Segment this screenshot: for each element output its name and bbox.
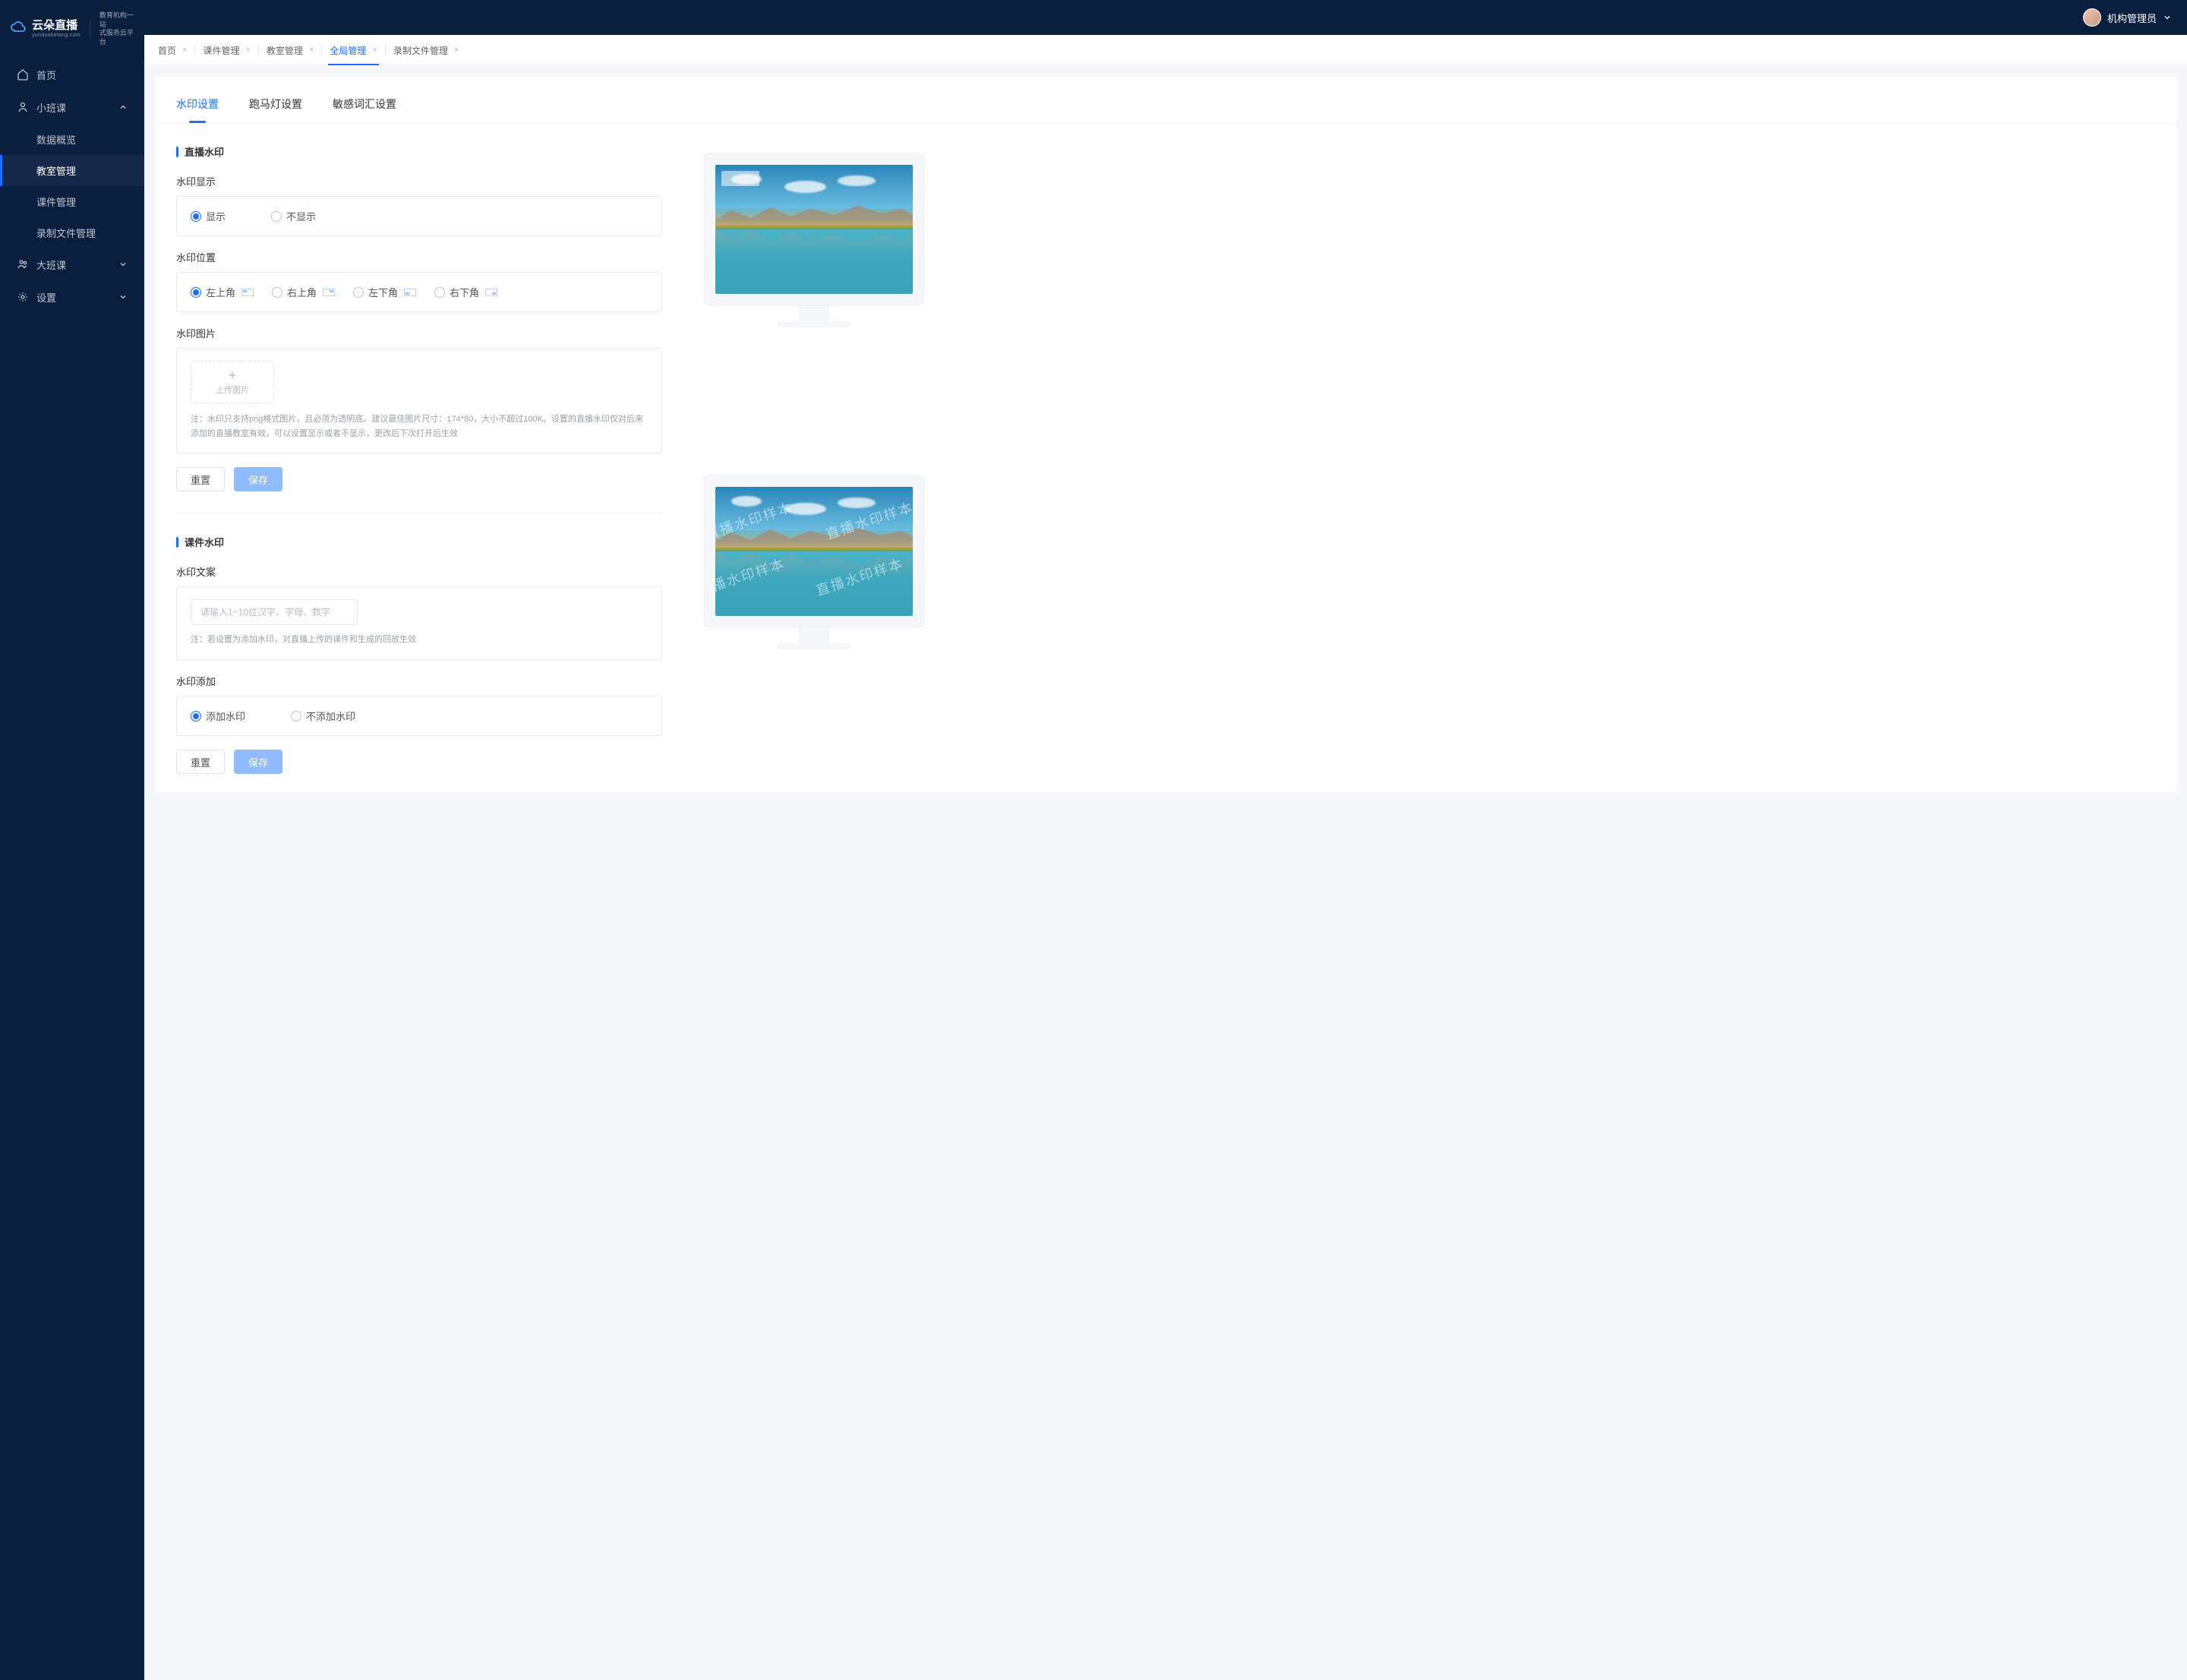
radio-pos-tl[interactable]: 左上角 xyxy=(191,285,254,299)
close-icon[interactable]: × xyxy=(372,46,377,55)
chevron-down-icon xyxy=(118,260,128,269)
section-courseware-watermark: 课件水印 xyxy=(176,535,662,549)
radio-add-yes[interactable]: 添加水印 xyxy=(191,709,245,723)
inner-tab-marquee[interactable]: 跑马灯设置 xyxy=(249,92,302,122)
radio-add-no[interactable]: 不添加水印 xyxy=(291,709,355,723)
brand-logo: 云朵直播 yunduoketang.com 教育机构一站 式服务云平台 xyxy=(0,0,144,58)
save-button-live[interactable]: 保存 xyxy=(234,467,282,491)
user-name[interactable]: 机构管理员 xyxy=(2107,11,2157,25)
watermark-text-input[interactable] xyxy=(191,599,358,625)
label-add: 水印添加 xyxy=(176,674,662,688)
section-live-watermark: 直播水印 xyxy=(176,144,662,159)
chevron-down-icon[interactable] xyxy=(2163,13,2172,22)
tab-classroom[interactable]: 教室管理× xyxy=(259,35,321,65)
label-image: 水印图片 xyxy=(176,326,662,340)
image-hint: 注：水印只支持png格式图片，且必须为透明底。建议最佳图片尺寸：174*80，大… xyxy=(191,412,648,441)
gear-icon xyxy=(17,291,29,303)
preview-monitor-live xyxy=(693,153,936,324)
field-position: 左上角 右上角 左下角 右下角 xyxy=(176,272,662,312)
sidebar-item-largeclass[interactable]: 大班课 xyxy=(0,248,144,281)
preview-monitor-courseware: 直播水印样本 直播水印样本 直播水印样本 直播水印样本 xyxy=(693,475,936,646)
home-icon xyxy=(17,68,29,81)
chevron-down-icon xyxy=(118,292,128,302)
text-hint: 注：若设置为添加水印，对直播上传的课件和生成的回放生效 xyxy=(191,633,648,647)
field-image: + 上传图片 注：水印只支持png格式图片，且必须为透明底。建议最佳图片尺寸：1… xyxy=(176,348,662,453)
upload-button[interactable]: + 上传图片 xyxy=(191,361,274,403)
inner-tabs: 水印设置 跑马灯设置 敏感词汇设置 xyxy=(155,77,2176,123)
brand-name: 云朵直播 xyxy=(32,20,80,33)
topbar: 机构管理员 xyxy=(144,0,2187,35)
field-display: 显示 不显示 xyxy=(176,196,662,236)
user-icon xyxy=(17,101,29,113)
users-icon xyxy=(17,258,29,270)
field-text: 注：若设置为添加水印，对直播上传的课件和生成的回放生效 xyxy=(176,586,662,660)
reset-button-courseware[interactable]: 重置 xyxy=(176,750,225,774)
reset-button-live[interactable]: 重置 xyxy=(176,467,225,491)
avatar[interactable] xyxy=(2083,8,2101,27)
chevron-up-icon xyxy=(118,103,128,112)
tab-global[interactable]: 全局管理× xyxy=(322,35,384,65)
save-button-courseware[interactable]: 保存 xyxy=(234,750,282,774)
close-icon[interactable]: × xyxy=(454,46,459,55)
tab-home[interactable]: 首页× xyxy=(150,35,194,65)
sidebar-item-smallclass[interactable]: 小班课 xyxy=(0,91,144,124)
inner-tab-sensitive[interactable]: 敏感词汇设置 xyxy=(333,92,396,122)
sidebar-item-home[interactable]: 首页 xyxy=(0,58,144,91)
radio-pos-br[interactable]: 右下角 xyxy=(434,285,497,299)
radio-hide[interactable]: 不显示 xyxy=(271,209,316,223)
tab-courseware[interactable]: 课件管理× xyxy=(195,35,257,65)
close-icon[interactable]: × xyxy=(182,46,187,55)
brand-domain: yunduoketang.com xyxy=(32,33,80,39)
sidebar: 云朵直播 yunduoketang.com 教育机构一站 式服务云平台 首页 小… xyxy=(0,0,144,1680)
sidebar-item-settings[interactable]: 设置 xyxy=(0,281,144,314)
sidebar-item-courseware-mgmt[interactable]: 课件管理 xyxy=(0,186,144,217)
radio-pos-tr[interactable]: 右上角 xyxy=(272,285,335,299)
content-card: 水印设置 跑马灯设置 敏感词汇设置 直播水印 水印显示 xyxy=(155,77,2176,792)
close-icon[interactable]: × xyxy=(309,46,314,55)
plus-icon: + xyxy=(229,368,237,382)
tab-recording[interactable]: 录制文件管理× xyxy=(386,35,466,65)
label-display: 水印显示 xyxy=(176,174,662,188)
field-add: 添加水印 不添加水印 xyxy=(176,696,662,736)
sidebar-item-classroom-mgmt[interactable]: 教室管理 xyxy=(0,155,144,186)
close-icon[interactable]: × xyxy=(245,46,250,55)
inner-tab-watermark[interactable]: 水印设置 xyxy=(176,92,219,122)
radio-show[interactable]: 显示 xyxy=(191,209,226,223)
sidebar-item-data-overview[interactable]: 数据概览 xyxy=(0,124,144,155)
radio-pos-bl[interactable]: 左下角 xyxy=(353,285,416,299)
label-position: 水印位置 xyxy=(176,250,662,264)
watermark-preview-chip xyxy=(721,171,759,186)
label-text: 水印文案 xyxy=(176,564,662,579)
cloud-logo-icon xyxy=(11,20,26,38)
page-tabs: 首页× 课件管理× 教室管理× 全局管理× 录制文件管理× xyxy=(144,35,2187,66)
brand-tagline: 教育机构一站 式服务云平台 xyxy=(99,11,134,47)
sidebar-item-recording-mgmt[interactable]: 录制文件管理 xyxy=(0,217,144,248)
